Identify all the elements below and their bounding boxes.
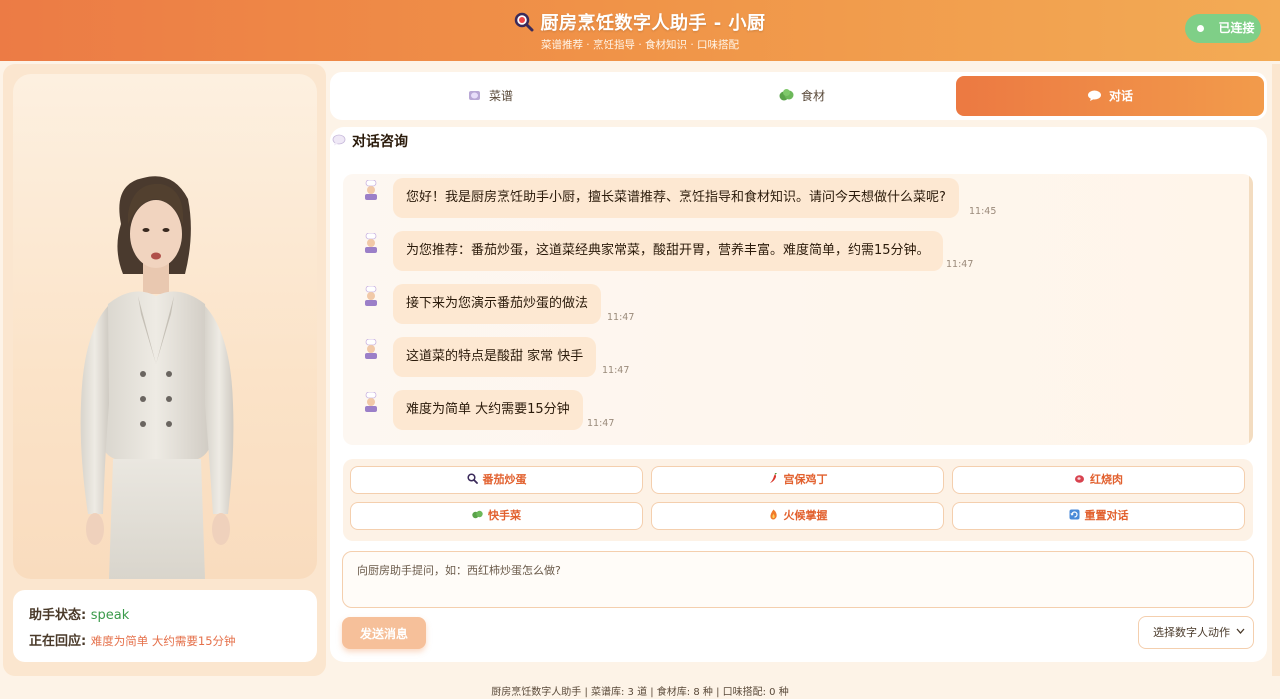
chevron-down-icon [1236, 628, 1245, 634]
chat-panel: 对话咨询 您好！我是厨房烹饪助手小厨，擅长菜谱推荐、烹饪指导和食材知识。请问今天… [330, 127, 1267, 662]
assistant-status-value: speak [90, 608, 130, 623]
send-message-button[interactable]: 发送消息 [342, 617, 426, 649]
chef-avatar-icon [365, 180, 377, 200]
message-time: 11:47 [946, 259, 974, 270]
message-time: 11:47 [607, 312, 635, 323]
avatar-figure-image [80, 176, 234, 579]
quick-braised-pork-label: 红烧肉 [1090, 473, 1123, 486]
vegetable-icon [779, 89, 794, 101]
tab-recipes-label: 菜谱 [488, 89, 513, 103]
chef-avatar-icon [365, 392, 377, 412]
action-select-value: 选择数字人动作 [1153, 626, 1230, 639]
assistant-reply-row: 正在回应: 难度为简单 大约需要15分钟 [29, 630, 236, 649]
message-time: 11:45 [969, 206, 997, 217]
quick-heat-control-button[interactable]: 火候掌握 [651, 502, 944, 530]
reset-chat-button[interactable]: 重置对话 [952, 502, 1245, 530]
chat-title-row: 对话咨询 [332, 131, 408, 151]
quick-tomato-egg-label: 番茄炒蛋 [482, 473, 527, 486]
status-dot-icon [1197, 25, 1204, 32]
tab-bar: 菜谱 食材 对话 [330, 72, 1267, 120]
chef-avatar-icon [365, 286, 377, 306]
assistant-reply-value: 难度为简单 大约需要15分钟 [90, 634, 236, 648]
assistant-status-row: 助手状态: speak [29, 604, 129, 623]
chat-title: 对话咨询 [352, 134, 408, 150]
tab-chat[interactable]: 对话 [956, 76, 1264, 116]
quick-fast-dishes-label: 快手菜 [488, 509, 521, 522]
message-bubble: 您好！我是厨房烹饪助手小厨，擅长菜谱推荐、烹饪指导和食材知识。请问今天想做什么菜… [393, 178, 959, 218]
assistant-status-card: 助手状态: speak 正在回应: 难度为简单 大约需要15分钟 [13, 590, 317, 662]
quick-kungpao-chicken-button[interactable]: 宫保鸡丁 [651, 466, 944, 494]
quick-fast-dishes-button[interactable]: 快手菜 [350, 502, 643, 530]
message-list[interactable]: 您好！我是厨房烹饪助手小厨，擅长菜谱推荐、烹饪指导和食材知识。请问今天想做什么菜… [343, 174, 1253, 445]
tab-ingredients[interactable]: 食材 [648, 76, 956, 116]
magnifier-icon [466, 473, 478, 484]
footer-stats: 厨房烹饪数字人助手 | 菜谱库: 3 道 | 食材库: 8 种 | 口味搭配: … [491, 687, 789, 698]
app-title-row: 厨房烹饪数字人助手 - 小厨 [0, 9, 1280, 35]
quick-braised-pork-button[interactable]: 红烧肉 [952, 466, 1245, 494]
connection-status-label: 已连接 [1218, 21, 1255, 35]
message-bubble: 为您推荐：番茄炒蛋，这道菜经典家常菜，酸甜开胃，营养丰富。难度简单，约需15分钟… [393, 231, 943, 271]
message-time: 11:47 [587, 418, 615, 429]
message-bubble: 难度为简单 大约需要15分钟 [393, 390, 583, 430]
app-title: 厨房烹饪数字人助手 - 小厨 [540, 13, 766, 34]
right-edge-strip [1272, 64, 1280, 676]
speech-bubble-icon [1087, 90, 1101, 101]
reset-icon [1069, 509, 1079, 520]
message-bubble: 这道菜的特点是酸甜 家常 快手 [393, 337, 597, 377]
vegetable-icon [472, 510, 483, 519]
speech-bubble-icon [332, 134, 346, 146]
plate-icon [468, 91, 480, 100]
message-scrollbar[interactable] [1249, 174, 1253, 445]
chef-avatar-icon [365, 339, 377, 359]
fire-icon [769, 509, 777, 520]
quick-tomato-egg-button[interactable]: 番茄炒蛋 [350, 466, 643, 494]
app-subtitle: 菜谱推荐 · 烹饪指导 · 食材知识 · 口味搭配 [540, 39, 740, 51]
digital-human-panel: 助手状态: speak 正在回应: 难度为简单 大约需要15分钟 [3, 64, 326, 676]
connection-status-badge: 已连接 [1185, 14, 1261, 43]
message-bubble: 接下来为您演示番茄炒蛋的做法 [393, 284, 602, 324]
quick-actions: 番茄炒蛋 宫保鸡丁 红烧肉 快手菜 火候掌握 重置对话 [343, 459, 1253, 541]
reset-chat-label: 重置对话 [1084, 509, 1129, 522]
tab-chat-label: 对话 [1108, 89, 1133, 103]
tab-ingredients-label: 食材 [800, 89, 825, 103]
tab-recipes[interactable]: 菜谱 [336, 76, 644, 116]
app-header: 厨房烹饪数字人助手 - 小厨 菜谱推荐 · 烹饪指导 · 食材知识 · 口味搭配… [0, 0, 1280, 61]
assistant-status-label: 助手状态: [29, 608, 87, 623]
chef-avatar-icon [365, 233, 377, 253]
quick-heat-control-label: 火候掌握 [783, 509, 828, 522]
assistant-reply-label: 正在回应: [29, 634, 87, 649]
chili-icon [769, 473, 777, 483]
digital-human-avatar [13, 74, 317, 579]
quick-kungpao-chicken-label: 宫保鸡丁 [783, 473, 828, 486]
chat-input[interactable] [342, 551, 1254, 608]
magnifier-icon [515, 12, 534, 32]
message-time: 11:47 [602, 365, 630, 376]
meat-icon [1075, 475, 1084, 483]
digital-human-action-select[interactable]: 选择数字人动作 [1138, 616, 1254, 649]
